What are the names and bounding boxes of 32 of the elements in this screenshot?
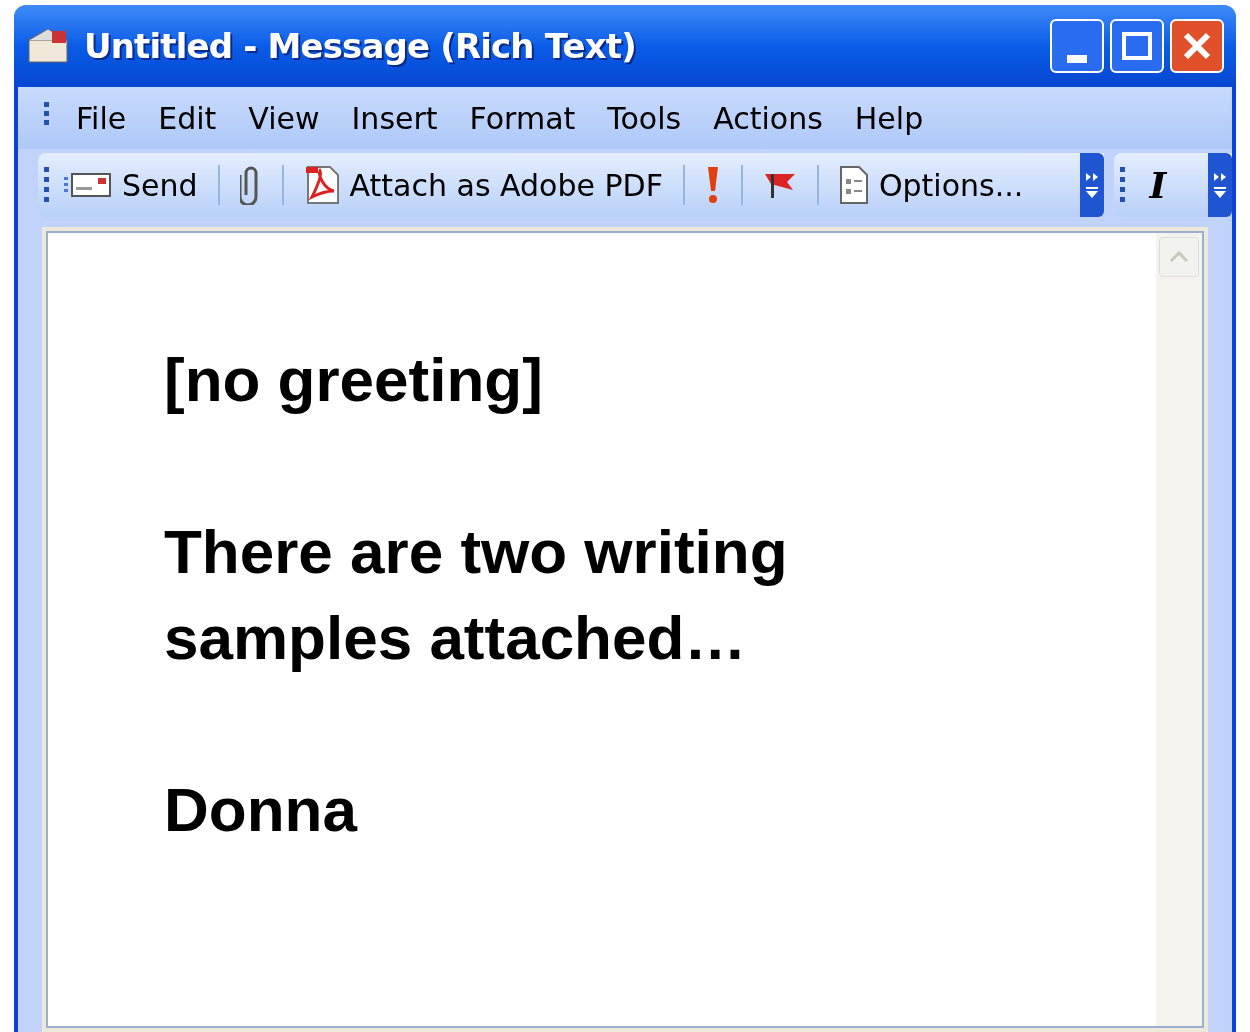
envelope-icon [64, 171, 112, 199]
document-icon [838, 165, 869, 205]
toolbar-options-button[interactable] [1079, 153, 1104, 217]
close-button[interactable] [1170, 19, 1224, 73]
options-button[interactable]: Options... [834, 162, 1028, 208]
pdf-document-icon [303, 165, 340, 205]
close-icon [1182, 31, 1212, 61]
maximize-button[interactable] [1110, 19, 1164, 73]
menu-item[interactable]: Tools [601, 95, 688, 141]
italic-button[interactable]: I [1141, 158, 1175, 212]
window-title: Untitled - Message (Rich Text) [84, 24, 636, 68]
chevron-icon [1213, 171, 1227, 199]
menu-item[interactable]: View [242, 95, 326, 141]
menu-item[interactable]: Insert [345, 95, 444, 141]
vertical-scrollbar[interactable] [1156, 233, 1202, 1026]
message-paragraph: [no greeting] [164, 344, 543, 416]
pdf-button[interactable]: Attach as Adobe PDF [299, 162, 667, 208]
menu-item[interactable]: Format [463, 95, 582, 141]
menu-item[interactable]: Help [848, 95, 930, 141]
grip-icon[interactable] [44, 165, 50, 205]
toolbar-options-button[interactable] [1208, 153, 1232, 217]
message-paragraph: Donna [164, 774, 357, 846]
send-button[interactable]: Send [60, 162, 202, 208]
menu-item[interactable]: Edit [152, 95, 223, 141]
message-paragraph: There are two writing samples attached… [164, 516, 788, 674]
minimize-icon [1067, 55, 1087, 63]
maximize-icon [1122, 32, 1152, 60]
menu-item[interactable]: Actions [707, 95, 829, 141]
minimize-button[interactable] [1050, 19, 1104, 73]
grip-icon[interactable] [1119, 165, 1126, 205]
chevron-icon [1084, 171, 1099, 199]
menu-item[interactable]: File [70, 95, 133, 141]
